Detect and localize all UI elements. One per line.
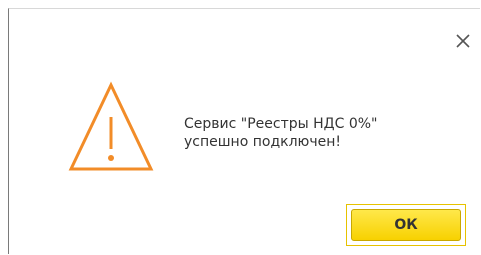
- ok-button[interactable]: ОК: [351, 209, 461, 241]
- close-button[interactable]: [449, 27, 477, 55]
- message-line-1: Сервис "Реестры НДС 0%": [184, 116, 378, 132]
- ok-button-focus-frame: ОК: [346, 204, 466, 246]
- warning-triangle-icon: [68, 81, 154, 171]
- message-line-2: успешно подключен!: [184, 134, 341, 150]
- message-text: Сервис "Реестры НДС 0%" успешно подключе…: [184, 115, 454, 151]
- message-dialog: Сервис "Реестры НДС 0%" успешно подключе…: [8, 8, 480, 254]
- close-icon: [456, 34, 470, 48]
